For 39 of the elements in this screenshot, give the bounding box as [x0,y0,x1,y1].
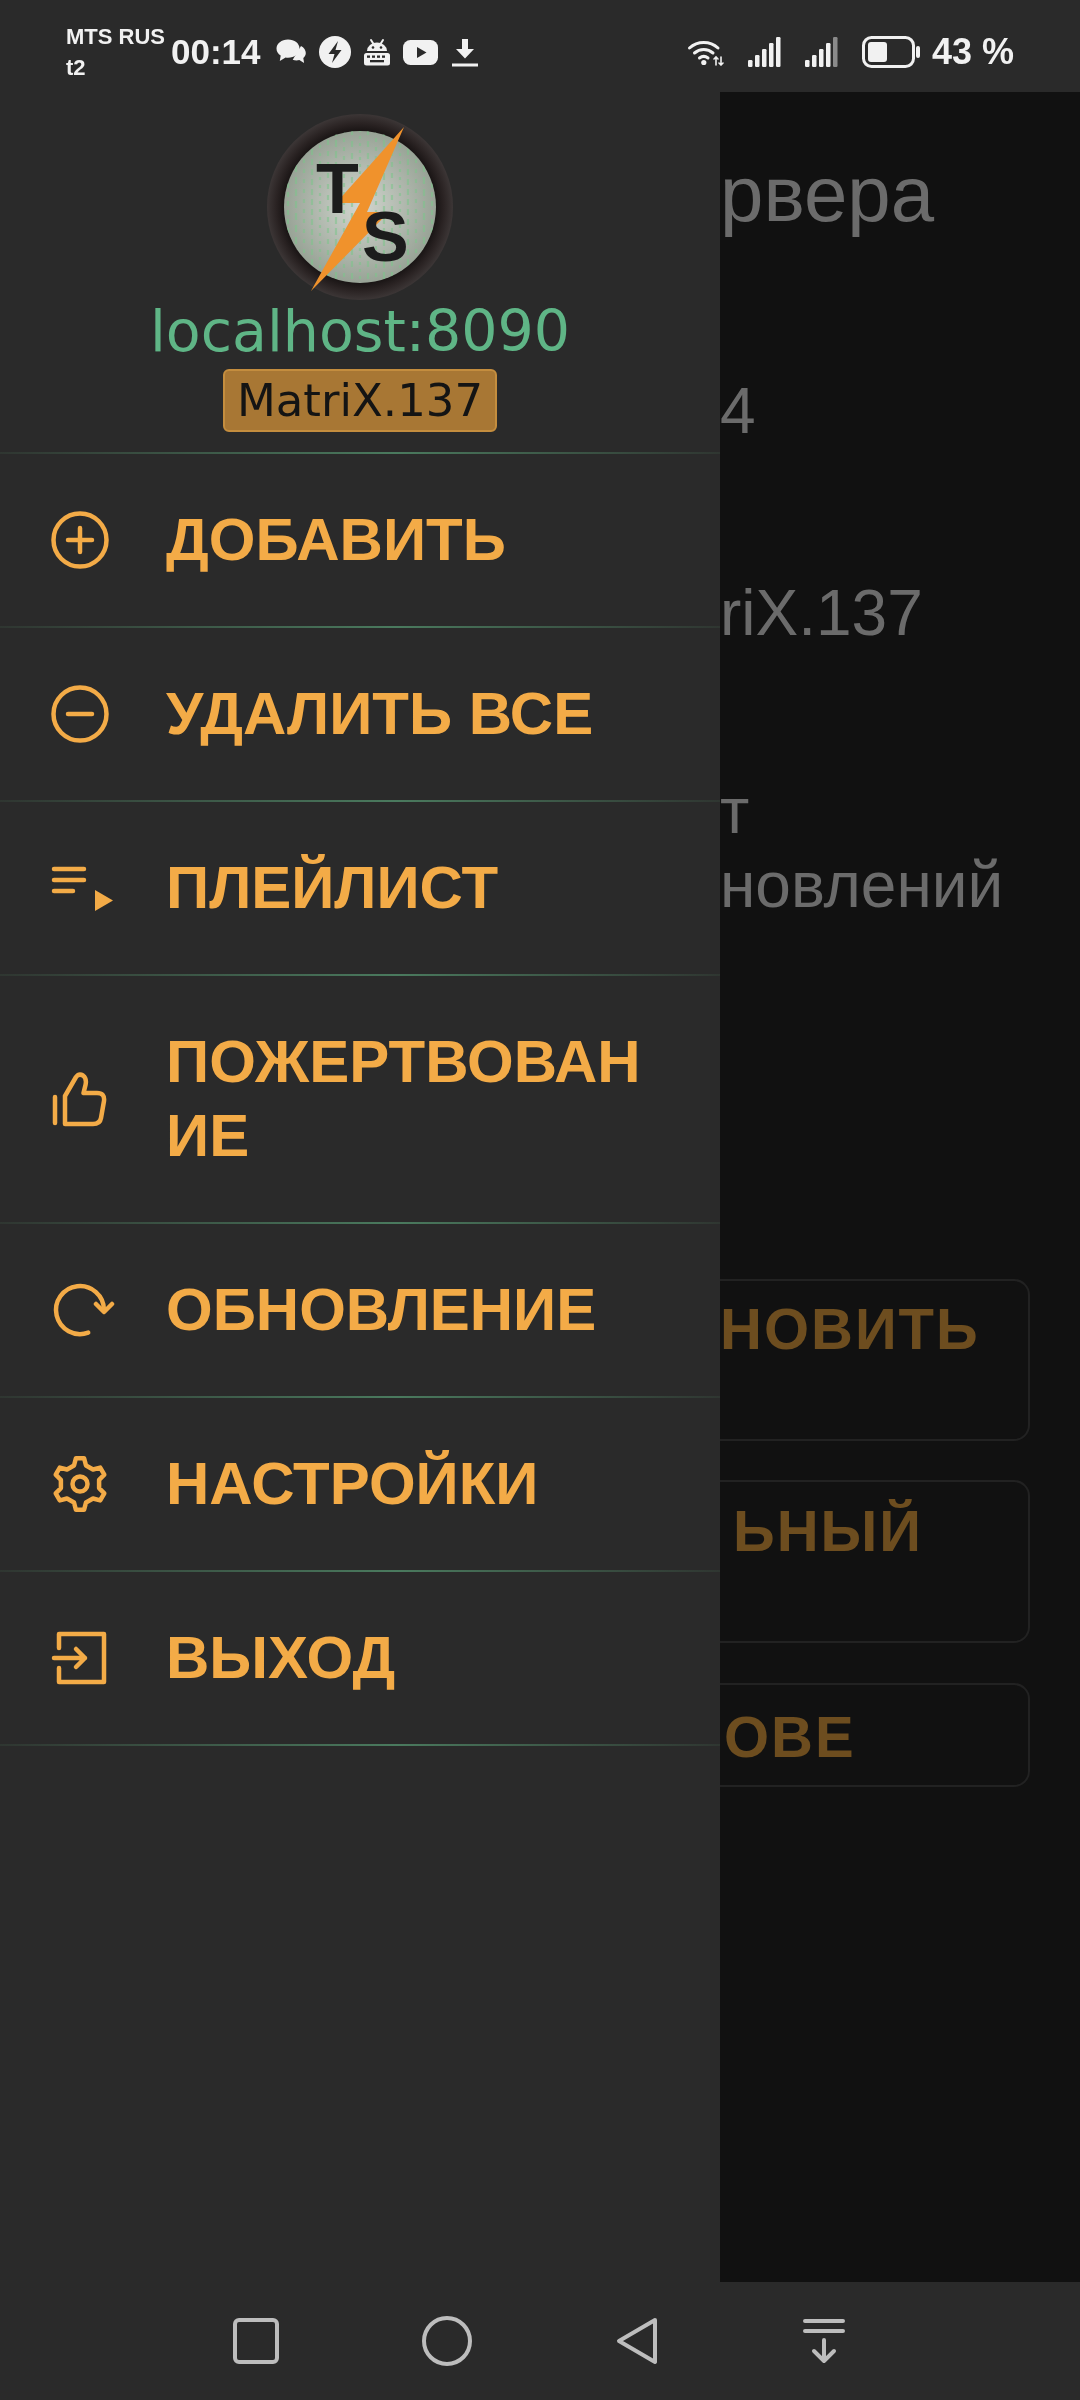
chat-bubble-icon [274,38,307,66]
exit-icon [51,1629,109,1687]
menu-item[interactable]: ПОЖЕРТВОВАНИЕ [0,976,720,1222]
down-arrow-icon[interactable] [802,2318,846,2364]
menu-item[interactable]: ВЫХОД [0,1572,720,1744]
carrier-name: MTS RUS [66,23,165,51]
signal-icon [804,37,838,67]
setting-text: т [720,774,750,849]
screen-title: рвера [720,149,935,239]
thumbs-up-icon [51,1070,109,1128]
server-name-badge: MatriX.137 [222,369,498,432]
robot-keyboard-icon [362,38,391,66]
menu-item[interactable]: ПЛЕЙЛИСТ [0,802,720,974]
menu-item[interactable]: УДАЛИТЬ ВСЕ [0,628,720,800]
back-icon[interactable] [615,2317,659,2365]
carrier-name: t2 [66,54,87,82]
logo-letter: S [362,198,409,276]
signal-icon [747,37,781,67]
square-icon[interactable] [233,2318,279,2364]
wifi-icon [686,38,724,66]
server-address: localhost:8090 [149,300,571,362]
menu-item[interactable]: ДОБАВИТЬ [0,454,720,626]
clock-time: 00:14 [171,31,261,73]
menu-item[interactable]: ОБНОВЛЕНИЕ [0,1224,720,1396]
setting-text: новлений [720,848,1004,923]
minus-circle-icon [51,685,109,743]
settings-icon [51,1455,109,1513]
bolt-circle-icon [318,36,351,68]
battery-percent: 43 % [931,30,1014,74]
logo-letter: T [316,150,359,228]
battery-icon [861,36,920,68]
menu-item[interactable]: НАСТРОЙКИ [0,1398,720,1570]
plus-circle-icon [51,511,109,569]
download-icon [449,37,480,67]
refresh-icon [51,1281,115,1339]
video-play-icon [402,39,438,65]
setting-text: 4 [720,374,756,449]
circle-icon[interactable] [422,2316,472,2366]
setting-text: riX.137 [720,576,923,651]
